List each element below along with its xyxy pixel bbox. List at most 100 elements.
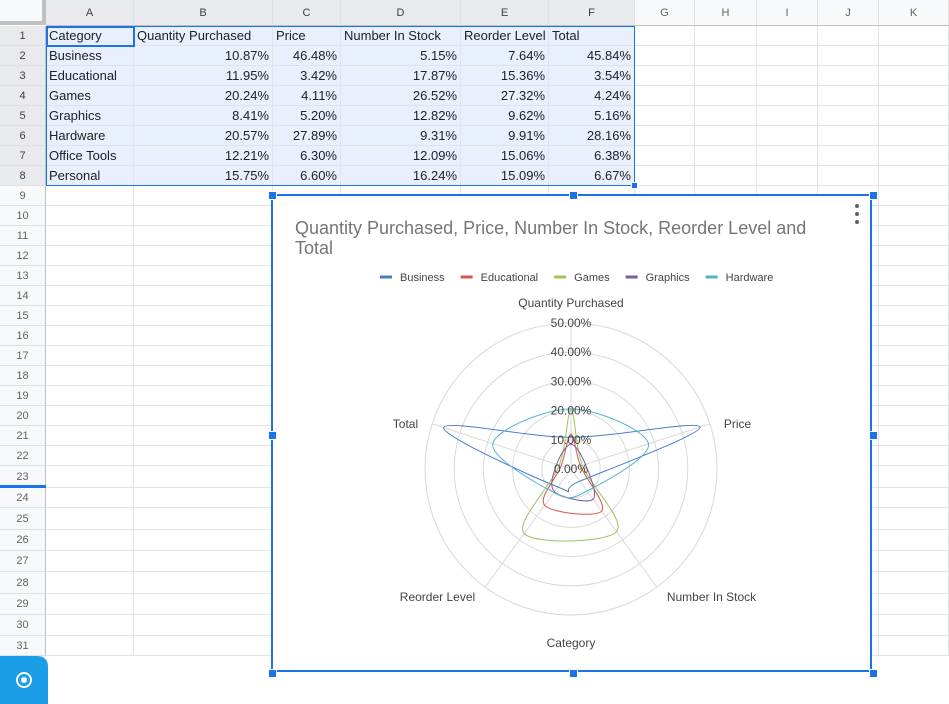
column-header-i[interactable]: I [757,0,818,26]
empty-cell[interactable] [818,86,879,106]
empty-cell[interactable] [46,386,134,406]
empty-cell[interactable] [879,326,949,346]
empty-cell[interactable] [46,346,134,366]
empty-cell[interactable] [134,530,273,551]
resize-handle-sw[interactable] [268,669,277,678]
table-cell[interactable]: Games [46,86,134,106]
empty-cell[interactable] [46,508,134,530]
table-cell[interactable]: 4.11% [273,86,341,106]
empty-cell[interactable] [134,426,273,446]
table-cell[interactable]: 20.57% [134,126,273,146]
resize-handle-s[interactable] [569,669,578,678]
table-cell[interactable]: 28.16% [549,126,635,146]
empty-cell[interactable] [134,551,273,572]
table-cell[interactable]: 3.54% [549,66,635,86]
column-header-k[interactable]: K [879,0,949,26]
table-cell[interactable]: 4.24% [549,86,635,106]
empty-cell[interactable] [134,508,273,530]
empty-cell[interactable] [879,266,949,286]
empty-cell[interactable] [134,286,273,306]
empty-cell[interactable] [757,26,818,46]
row-header-24[interactable]: 24 [0,488,46,508]
row-header-25[interactable]: 25 [0,508,46,530]
resize-handle-nw[interactable] [268,191,277,200]
empty-cell[interactable] [879,466,949,488]
table-cell[interactable]: 5.15% [341,46,461,66]
empty-cell[interactable] [134,466,273,488]
table-cell[interactable]: Quantity Purchased [134,26,273,46]
table-cell[interactable]: 7.64% [461,46,549,66]
empty-cell[interactable] [134,636,273,656]
empty-cell[interactable] [635,166,695,186]
column-header-d[interactable]: D [341,0,461,26]
row-header-8[interactable]: 8 [0,166,46,186]
empty-cell[interactable] [134,386,273,406]
table-cell[interactable]: 27.32% [461,86,549,106]
table-cell[interactable]: 15.36% [461,66,549,86]
empty-cell[interactable] [879,106,949,126]
empty-cell[interactable] [879,446,949,466]
empty-cell[interactable] [757,106,818,126]
empty-cell[interactable] [46,446,134,466]
empty-cell[interactable] [757,46,818,66]
empty-cell[interactable] [134,488,273,508]
empty-cell[interactable] [695,126,757,146]
empty-cell[interactable] [134,306,273,326]
empty-cell[interactable] [879,530,949,551]
empty-cell[interactable] [695,166,757,186]
empty-cell[interactable] [818,166,879,186]
empty-cell[interactable] [46,530,134,551]
column-header-e[interactable]: E [461,0,549,26]
empty-cell[interactable] [695,86,757,106]
row-header-7[interactable]: 7 [0,146,46,166]
row-header-18[interactable]: 18 [0,366,46,386]
table-cell[interactable]: 27.89% [273,126,341,146]
table-cell[interactable]: 17.87% [341,66,461,86]
table-cell[interactable]: 15.06% [461,146,549,166]
table-cell[interactable]: 5.16% [549,106,635,126]
column-header-g[interactable]: G [635,0,695,26]
row-header-29[interactable]: 29 [0,594,46,615]
fill-handle[interactable] [631,182,638,189]
table-cell[interactable]: 12.82% [341,106,461,126]
empty-cell[interactable] [134,615,273,636]
empty-cell[interactable] [879,406,949,426]
empty-cell[interactable] [46,306,134,326]
table-cell[interactable]: 26.52% [341,86,461,106]
row-header-11[interactable]: 11 [0,226,46,246]
row-header-26[interactable]: 26 [0,530,46,551]
empty-cell[interactable] [879,286,949,306]
table-cell[interactable]: 9.62% [461,106,549,126]
empty-cell[interactable] [134,594,273,615]
empty-cell[interactable] [46,266,134,286]
select-all-corner[interactable] [0,0,46,25]
row-header-28[interactable]: 28 [0,572,46,594]
table-cell[interactable]: 6.60% [273,166,341,186]
row-header-3[interactable]: 3 [0,66,46,86]
table-cell[interactable]: 9.31% [341,126,461,146]
empty-cell[interactable] [134,266,273,286]
empty-cell[interactable] [134,446,273,466]
empty-cell[interactable] [879,86,949,106]
table-cell[interactable]: Reorder Level [461,26,549,46]
empty-cell[interactable] [757,166,818,186]
empty-cell[interactable] [46,615,134,636]
empty-cell[interactable] [879,206,949,226]
empty-cell[interactable] [879,572,949,594]
row-header-9[interactable]: 9 [0,186,46,206]
empty-cell[interactable] [46,226,134,246]
empty-cell[interactable] [635,146,695,166]
row-header-12[interactable]: 12 [0,246,46,266]
empty-cell[interactable] [134,186,273,206]
empty-cell[interactable] [46,466,134,488]
empty-cell[interactable] [879,226,949,246]
empty-cell[interactable] [635,46,695,66]
empty-cell[interactable] [134,366,273,386]
empty-cell[interactable] [46,206,134,226]
row-header-15[interactable]: 15 [0,306,46,326]
table-cell[interactable]: 5.20% [273,106,341,126]
empty-cell[interactable] [635,66,695,86]
empty-cell[interactable] [879,146,949,166]
row-header-30[interactable]: 30 [0,615,46,636]
table-cell[interactable]: Personal [46,166,134,186]
